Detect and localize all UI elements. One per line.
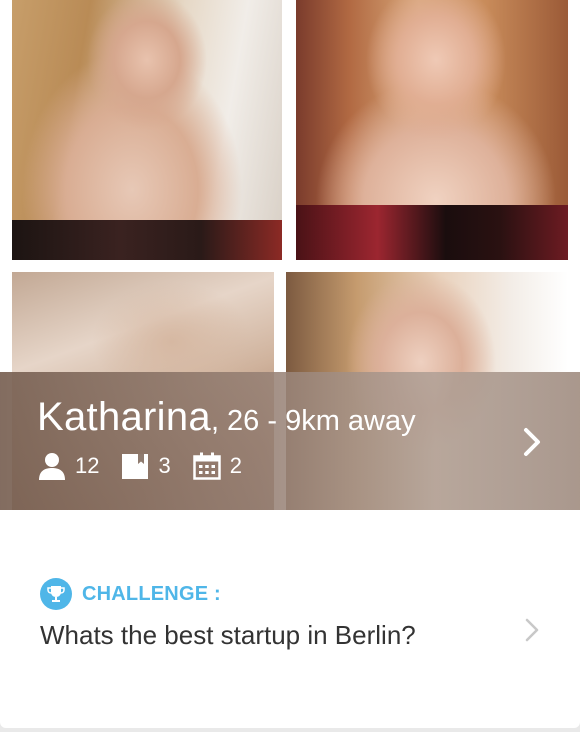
person-icon (38, 452, 66, 480)
profile-info-overlay[interactable] (0, 372, 580, 510)
profile-age-distance: , 26 - 9km away (210, 405, 416, 437)
photo-detail (12, 220, 282, 260)
profile-photo-1[interactable] (12, 0, 282, 260)
photo-detail (296, 205, 568, 260)
calendar-icon (192, 452, 221, 480)
chevron-right-icon[interactable] (524, 617, 540, 643)
profile-photo-2[interactable] (296, 0, 568, 260)
challenge-header: CHALLENGE : (40, 578, 221, 610)
stat-books: 3 (121, 452, 171, 480)
stat-events-count: 2 (229, 453, 242, 478)
chevron-right-icon[interactable] (520, 426, 544, 458)
profile-stats: 12 3 2 (38, 451, 264, 481)
stat-friends-count: 12 (75, 453, 100, 478)
profile-card: Katharina, 26 - 9km away 12 3 2 CHALLENG… (0, 0, 580, 728)
challenge-question[interactable]: Whats the best startup in Berlin? (40, 620, 416, 651)
stat-friends: 12 (38, 452, 99, 480)
stat-books-count: 3 (158, 453, 171, 478)
profile-name-line: Katharina, 26 - 9km away (37, 395, 416, 440)
stat-events: 2 (192, 452, 242, 480)
trophy-icon (40, 578, 72, 610)
profile-name: Katharina (37, 395, 211, 439)
book-icon (121, 452, 149, 480)
challenge-label: CHALLENGE : (82, 582, 221, 605)
